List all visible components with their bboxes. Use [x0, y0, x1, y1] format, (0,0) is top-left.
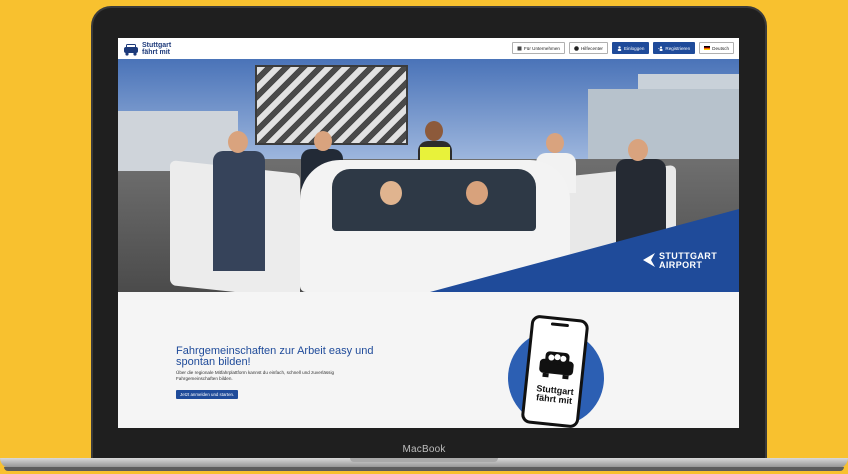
site-logo[interactable]: Stuttgart fährt mit	[123, 41, 171, 57]
phone-brand-text: Stuttgart fährt mit	[528, 383, 582, 406]
hero-image: STUTTGART AIRPORT	[118, 59, 739, 292]
login-button[interactable]: Einloggen	[611, 42, 650, 54]
laptop-screen: Stuttgart fährt mit Für Unternehmen Hilf…	[118, 38, 739, 428]
airport-brand-text: STUTTGART AIRPORT	[659, 252, 717, 270]
page-headline: Fahrgemeinschaften zur Arbeit easy und s…	[176, 345, 374, 368]
laptop-brand-label: MacBook	[402, 444, 446, 455]
car-passengers-icon	[539, 351, 574, 380]
airport-logo-icon	[643, 253, 655, 267]
signup-cta-button[interactable]: Jetzt anmelden und starten.	[176, 390, 239, 399]
register-button[interactable]: Registrieren	[653, 42, 696, 54]
building-icon	[517, 46, 522, 50]
airport-brand-line-2: AIRPORT	[659, 260, 703, 270]
phone-notch	[550, 322, 570, 328]
language-select[interactable]: Deutsch	[699, 42, 734, 54]
business-label: Für Unternehmen	[523, 45, 560, 51]
language-label: Deutsch	[712, 45, 729, 51]
header-nav: Für Unternehmen Hilfecenter Einloggen Re…	[511, 42, 734, 54]
car-logo-icon	[124, 43, 138, 56]
laptop-hinge-notch	[350, 458, 498, 462]
add-user-icon	[658, 45, 664, 51]
help-button[interactable]: Hilfecenter	[568, 42, 608, 54]
site-header: Stuttgart fährt mit Für Unternehmen Hilf…	[118, 38, 739, 59]
business-button[interactable]: Für Unternehmen	[511, 42, 565, 54]
german-flag-icon	[704, 46, 711, 50]
logo-line-1: Stuttgart	[142, 42, 172, 49]
login-label: Einloggen	[623, 45, 645, 51]
logo-line-2: fährt mit	[142, 49, 170, 56]
register-label: Registrieren	[665, 45, 691, 51]
laptop-base-shadow	[4, 467, 844, 471]
intro-section: Fahrgemeinschaften zur Arbeit easy und s…	[118, 292, 739, 428]
page-subtext: Über die regionale Mitfahrplattform kann…	[176, 370, 335, 381]
user-icon	[617, 45, 622, 51]
help-label: Hilfecenter	[580, 45, 603, 51]
phone-illustration: Stuttgart fährt mit	[520, 314, 590, 428]
question-icon	[574, 45, 579, 51]
